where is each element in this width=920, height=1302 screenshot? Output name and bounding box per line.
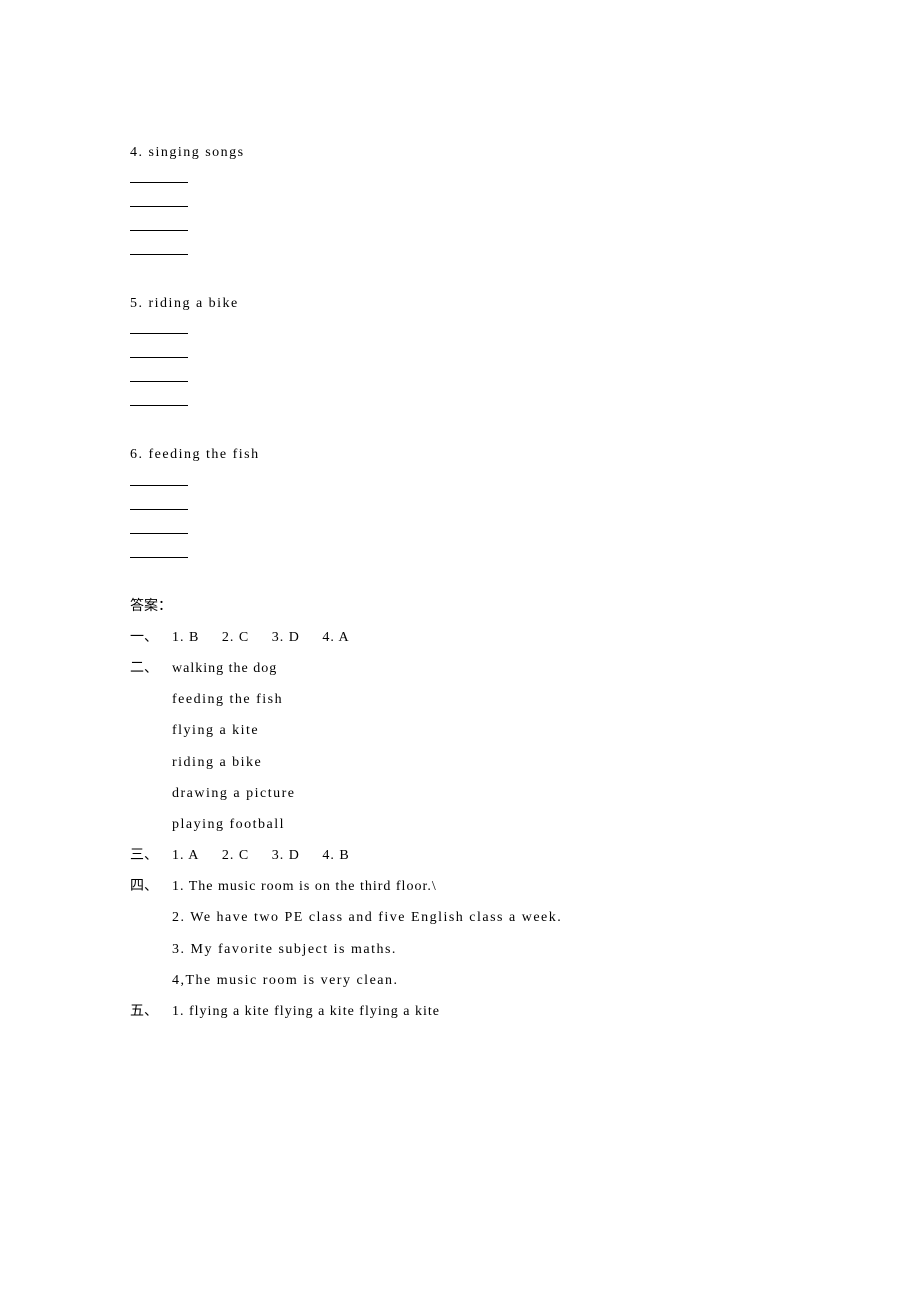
answer-1-3: 3. D (272, 630, 300, 645)
section-4-line-2: 3. My favorite subject is maths. (172, 937, 790, 962)
section-3-label: 三、 (130, 843, 172, 868)
blank-line (130, 392, 188, 406)
answer-1-2: 2. C (222, 630, 249, 645)
section-4-line-0: 1. The music room is on the third floor.… (172, 874, 790, 899)
blank-group-6 (130, 472, 790, 558)
blank-line (130, 344, 188, 358)
answer-section: 答案： 一、 1. B 2. C 3. D 4. A 二、 walking th… (130, 594, 790, 1025)
section-2-line-3: riding a bike (172, 750, 790, 775)
answer-1-1: 1. B (172, 630, 199, 645)
section-2-line-2: flying a kite (172, 718, 790, 743)
section-2-line-5: playing football (172, 812, 790, 837)
section-2-line-4: drawing a picture (172, 781, 790, 806)
answer-3-3: 3. D (272, 848, 300, 863)
section-2-line-0: walking the dog (172, 656, 790, 681)
section-4-label: 四、 (130, 874, 172, 899)
section-4-line-3: 4,The music room is very clean. (172, 968, 790, 993)
section-5-line: 1. flying a kite flying a kite flying a … (172, 999, 790, 1024)
answer-section-4: 四、 1. The music room is on the third flo… (130, 874, 790, 899)
section-5-label: 五、 (130, 999, 172, 1024)
section-1-label: 一、 (130, 625, 172, 650)
exercise-4-text: 4. singing songs (130, 140, 790, 165)
answer-title: 答案： (130, 594, 790, 619)
answer-section-5: 五、 1. flying a kite flying a kite flying… (130, 999, 790, 1024)
blank-line (130, 193, 188, 207)
answer-section-2: 二、 walking the dog (130, 656, 790, 681)
section-3-content: 1. A 2. C 3. D 4. B (172, 843, 790, 868)
section-4-line-1: 2. We have two PE class and five English… (172, 905, 790, 930)
section-1-content: 1. B 2. C 3. D 4. A (172, 625, 790, 650)
blank-line (130, 496, 188, 510)
section-2-line-1: feeding the fish (172, 687, 790, 712)
blank-group-4 (130, 169, 790, 255)
section-2-label: 二、 (130, 656, 172, 681)
blank-line (130, 520, 188, 534)
blank-line (130, 320, 188, 334)
blank-line (130, 544, 188, 558)
answer-1-4: 4. A (322, 630, 349, 645)
exercise-5-text: 5. riding a bike (130, 291, 790, 316)
answer-section-1: 一、 1. B 2. C 3. D 4. A (130, 625, 790, 650)
blank-line (130, 169, 188, 183)
blank-line (130, 368, 188, 382)
answer-3-1: 1. A (172, 848, 199, 863)
answer-3-4: 4. B (322, 848, 349, 863)
exercise-6-text: 6. feeding the fish (130, 442, 790, 467)
blank-group-5 (130, 320, 790, 406)
answer-section-3: 三、 1. A 2. C 3. D 4. B (130, 843, 790, 868)
blank-line (130, 472, 188, 486)
answer-3-2: 2. C (222, 848, 249, 863)
blank-line (130, 217, 188, 231)
blank-line (130, 241, 188, 255)
